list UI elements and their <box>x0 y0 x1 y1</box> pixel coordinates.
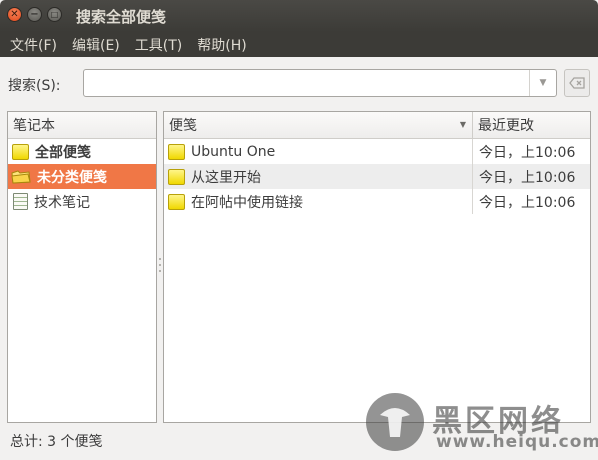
note-icon <box>168 168 185 185</box>
notebook-list[interactable]: 笔记本 全部便笺 未分类便笺 技术笔记 <box>7 111 157 423</box>
notebook-column-header[interactable]: 笔记本 <box>8 112 156 139</box>
notes-table[interactable]: 便笺 ▼ 最近更改 Ubuntu One 今日，上10:06 从这里开始 今日，… <box>163 111 591 423</box>
menu-file[interactable]: 文件(F) <box>0 35 64 55</box>
notebook-item-unfiled[interactable]: 未分类便笺 <box>8 164 156 189</box>
status-bar-text: 总计: 3 个便笺 <box>10 434 103 450</box>
note-icon <box>168 193 185 210</box>
notebook-label: 全部便笺 <box>35 144 91 161</box>
note-title-cell: Ubuntu One <box>164 139 473 164</box>
window-title: 搜索全部便笺 <box>76 8 167 26</box>
menu-help[interactable]: 帮助(H) <box>189 35 253 55</box>
app-window: ✕ − □ 搜索全部便笺 文件(F) 编辑(E) 工具(T) 帮助(H) 搜索(… <box>0 0 598 460</box>
note-changed-date: 今日，上10:06 <box>479 169 576 186</box>
notepad-icon <box>13 193 28 210</box>
notebook-item-tech-notes[interactable]: 技术笔记 <box>8 189 156 214</box>
menu-edit[interactable]: 编辑(E) <box>64 35 127 55</box>
notebook-item-all[interactable]: 全部便笺 <box>8 139 156 164</box>
menu-bar: 文件(F) 编辑(E) 工具(T) 帮助(H) <box>0 32 598 57</box>
table-row[interactable]: Ubuntu One 今日，上10:06 <box>164 139 590 164</box>
note-icon <box>168 143 185 160</box>
maximize-window-button[interactable]: □ <box>47 7 62 22</box>
close-icon: ✕ <box>10 8 19 20</box>
close-window-button[interactable]: ✕ <box>7 7 22 22</box>
notebook-label: 未分类便笺 <box>37 169 107 186</box>
chevron-down-icon: ▼ <box>539 78 547 88</box>
note-title: 从这里开始 <box>191 169 261 186</box>
note-changed-date: 今日，上10:06 <box>479 194 576 211</box>
watermark-logo-icon <box>366 393 424 451</box>
note-title-cell: 在阿帖中使用链接 <box>164 189 473 214</box>
notes-column-header[interactable]: 便笺 ▼ <box>164 112 473 139</box>
search-label: 搜索(S): <box>8 78 61 94</box>
notes-column-title: 便笺 <box>169 118 197 134</box>
folder-icon <box>11 169 31 184</box>
note-stack-icon <box>12 143 29 160</box>
search-input[interactable] <box>84 70 529 96</box>
watermark-url: www.heiqu.com <box>436 432 598 452</box>
note-title: 在阿帖中使用链接 <box>191 194 303 211</box>
menu-tools[interactable]: 工具(T) <box>127 35 189 55</box>
sort-descending-icon: ▼ <box>459 120 466 129</box>
clear-search-button[interactable] <box>564 69 590 97</box>
changed-column-header[interactable]: 最近更改 <box>473 112 590 139</box>
maximize-icon: □ <box>50 9 59 19</box>
search-combo: ▼ <box>83 69 557 97</box>
minimize-icon: − <box>30 8 39 20</box>
table-row[interactable]: 在阿帖中使用链接 今日，上10:06 <box>164 189 590 214</box>
title-bar[interactable]: ✕ − □ 搜索全部便笺 <box>0 0 598 32</box>
clear-icon <box>569 77 585 89</box>
note-title-cell: 从这里开始 <box>164 164 473 189</box>
note-title: Ubuntu One <box>191 143 276 160</box>
search-history-dropdown[interactable]: ▼ <box>529 70 556 96</box>
table-row[interactable]: 从这里开始 今日，上10:06 <box>164 164 590 189</box>
minimize-window-button[interactable]: − <box>27 7 42 22</box>
note-changed-date: 今日，上10:06 <box>479 144 576 161</box>
notebook-label: 技术笔记 <box>34 194 90 211</box>
